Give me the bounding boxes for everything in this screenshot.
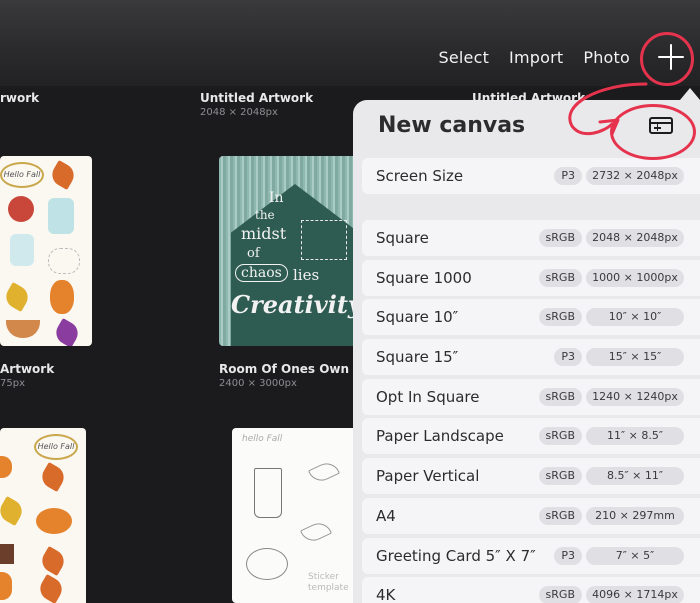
- sketch-text: Sticker template: [308, 572, 349, 593]
- pie-icon: [6, 320, 40, 338]
- preset-color-space: P3: [554, 348, 582, 366]
- artwork-title[interactable]: Untitled Artwork: [200, 91, 313, 105]
- preset-dimensions: 11″ × 8.5″: [586, 427, 684, 445]
- preset-name: Paper Landscape: [376, 427, 504, 445]
- preset-color-space: sRGB: [538, 586, 582, 603]
- preset-dimensions: 10″ × 10″: [586, 308, 684, 326]
- preset-dimensions: 1000 × 1000px: [586, 269, 684, 287]
- artwork-size: 2048 × 2048px: [200, 107, 278, 118]
- preset-dimensions: 1240 × 1240px: [586, 388, 684, 406]
- preset-name: Opt In Square: [376, 388, 480, 406]
- artwork-size: 75px: [0, 378, 25, 389]
- leaf-icon: [0, 495, 27, 527]
- canvas-preset-row[interactable]: 4K sRGB 4096 × 1714px: [362, 577, 700, 603]
- leaf-icon: [35, 573, 67, 603]
- artwork-thumbnail-sketch[interactable]: hello Fall Sticker template: [232, 428, 362, 603]
- preset-dimensions: 15″ × 15″: [586, 348, 684, 366]
- preset-color-space: sRGB: [538, 269, 582, 287]
- preset-dimensions: 8.5″ × 11″: [586, 467, 684, 485]
- preset-color-space: P3: [554, 167, 582, 185]
- canvas-preset-row[interactable]: Square 10″ sRGB 10″ × 10″: [362, 299, 700, 335]
- preset-dimensions: 2732 × 2048px: [586, 167, 684, 185]
- artwork-title[interactable]: Room Of Ones Own: [219, 362, 349, 376]
- preset-name: Square 10″: [376, 308, 459, 326]
- room-sketch-icon: [301, 220, 347, 260]
- sketch-text: hello Fall: [242, 434, 283, 444]
- preset-color-space: sRGB: [538, 507, 582, 525]
- pumpkin-icon: [0, 572, 12, 600]
- preset-name: Square 1000: [376, 269, 472, 287]
- pumpkin-icon: [50, 280, 74, 314]
- sticker-bubble-icon: [48, 248, 80, 274]
- leaf-icon: [37, 545, 69, 577]
- leaf-icon: [47, 159, 79, 191]
- sticker-label: Hello Fall: [34, 434, 78, 460]
- canvas-preset-row[interactable]: Paper Landscape sRGB 11″ × 8.5″: [362, 418, 700, 454]
- preset-name: Paper Vertical: [376, 467, 480, 485]
- preset-name: Square 15″: [376, 348, 459, 366]
- popover-arrow: [680, 88, 700, 100]
- canvas-preset-row[interactable]: Square 1000 sRGB 1000 × 1000px: [362, 260, 700, 296]
- import-button[interactable]: Import: [509, 48, 563, 67]
- preset-name: Greeting Card 5″ X 7″: [376, 547, 536, 565]
- cup-icon: [254, 468, 282, 518]
- pumpkin-icon: [36, 508, 72, 534]
- artwork-size: 2400 × 3000px: [219, 378, 297, 389]
- artwork-title[interactable]: Artwork: [0, 362, 54, 376]
- new-canvas-panel: New canvas Screen Size P3 2732 × 2048px …: [353, 100, 700, 603]
- chalk-word: midst: [241, 224, 287, 243]
- annotation-arrow-icon: [568, 82, 648, 136]
- sticker-tag-icon: [48, 198, 74, 234]
- chalk-word: In: [269, 190, 284, 206]
- canvas-preset-row[interactable]: Square 15″ P3 15″ × 15″: [362, 339, 700, 375]
- preset-dimensions: 4096 × 1714px: [586, 586, 684, 603]
- preset-dimensions: 2048 × 2048px: [586, 229, 684, 247]
- leaf-icon: [299, 518, 333, 546]
- preset-color-space: sRGB: [538, 388, 582, 406]
- preset-name: 4K: [376, 586, 396, 603]
- sticker-tag-icon: [10, 234, 34, 266]
- leaf-icon: [307, 458, 341, 486]
- preset-dimensions: 210 × 297mm: [586, 507, 684, 525]
- artwork-title[interactable]: rwork: [0, 91, 39, 105]
- preset-color-space: P3: [554, 547, 582, 565]
- preset-name: A4: [376, 507, 396, 525]
- photo-button[interactable]: Photo: [583, 48, 630, 67]
- preset-color-space: sRGB: [538, 427, 582, 445]
- chalk-word: the: [255, 208, 275, 222]
- apple-icon: [8, 196, 34, 222]
- artwork-thumbnail-stickers[interactable]: Hello Fall: [0, 156, 92, 346]
- canvas-preset-row[interactable]: Opt In Square sRGB 1240 × 1240px: [362, 379, 700, 415]
- artwork-thumbnail-stickers[interactable]: Hello Fall: [0, 428, 86, 603]
- preset-color-space: sRGB: [538, 308, 582, 326]
- pumpkin-icon: [246, 548, 288, 580]
- artwork-thumbnail-chalkboard[interactable]: In the midst of chaos lies Creativity: [219, 156, 359, 346]
- pumpkin-icon: [0, 456, 12, 478]
- preset-color-space: sRGB: [538, 467, 582, 485]
- canvas-preset-row[interactable]: Square sRGB 2048 × 2048px: [362, 220, 700, 256]
- chalk-word: lies: [293, 266, 320, 284]
- chalk-word: of: [247, 246, 260, 261]
- preset-dimensions: 7″ × 5″: [586, 547, 684, 565]
- preset-name: Screen Size: [376, 167, 464, 185]
- chalk-word: chaos: [235, 264, 288, 282]
- select-button[interactable]: Select: [438, 48, 489, 67]
- panel-title: New canvas: [378, 113, 526, 138]
- preset-color-space: sRGB: [538, 229, 582, 247]
- leaf-icon: [1, 281, 33, 313]
- preset-name: Square: [376, 229, 429, 247]
- cup-icon: [0, 544, 14, 564]
- canvas-preset-row[interactable]: Greeting Card 5″ X 7″ P3 7″ × 5″: [362, 538, 700, 574]
- chalk-word: Creativity: [231, 290, 359, 319]
- sticker-label: Hello Fall: [0, 162, 44, 188]
- canvas-preset-row[interactable]: Paper Vertical sRGB 8.5″ × 11″: [362, 458, 700, 494]
- canvas-preset-row[interactable]: A4 sRGB 210 × 297mm: [362, 498, 700, 534]
- leaf-icon: [51, 317, 83, 346]
- leaf-icon: [37, 461, 69, 493]
